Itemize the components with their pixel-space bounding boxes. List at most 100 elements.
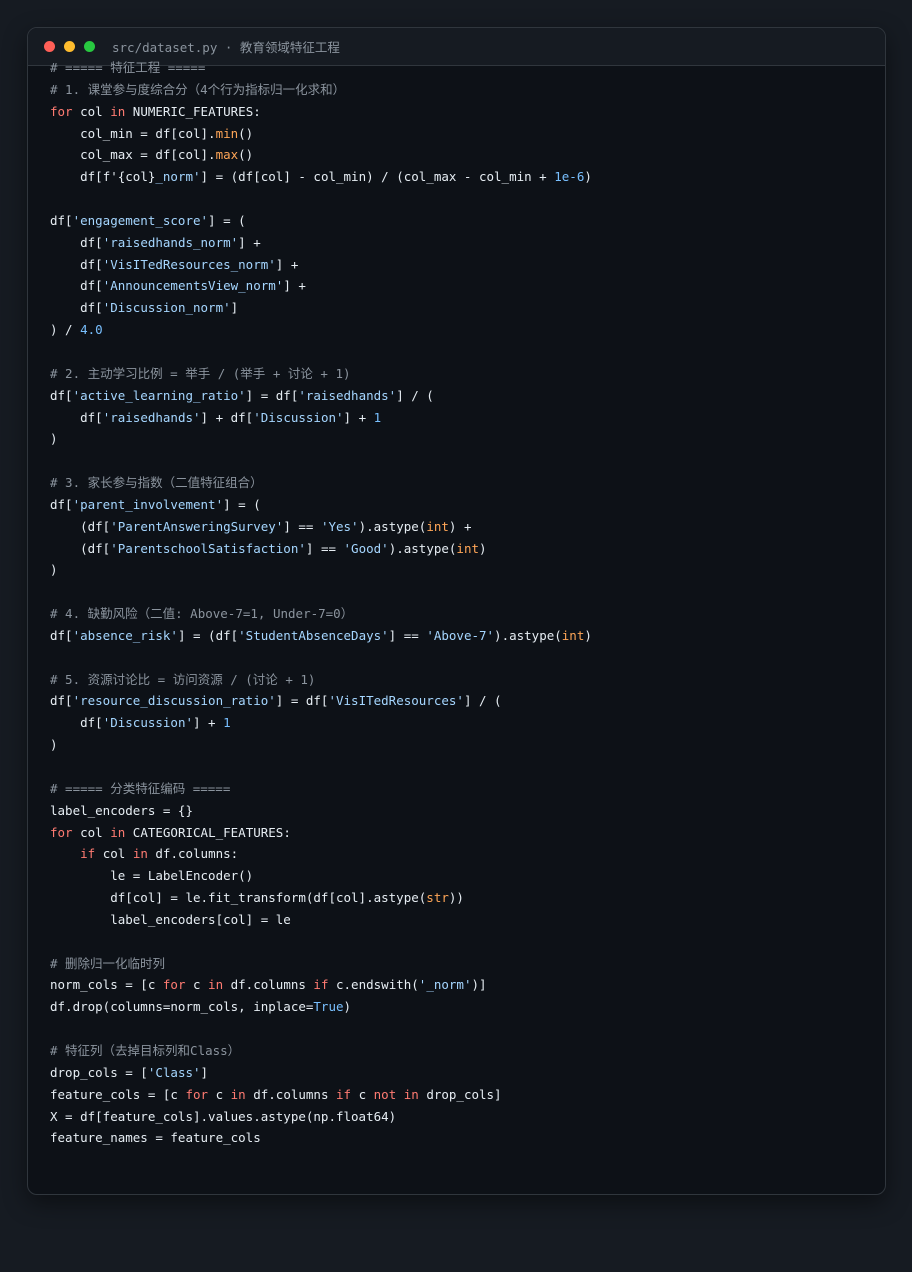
code-token: not in	[373, 1086, 419, 1102]
code-content[interactable]: # ===== 特征工程 ===== # 1. 课堂参与度综合分（4个行为指标归一…	[50, 57, 592, 1149]
code-line: )	[50, 559, 592, 581]
maximize-window-button[interactable]	[84, 41, 95, 52]
code-token: 'absence_risk'	[72, 627, 178, 643]
code-token: )	[584, 169, 592, 185]
code-token: ] = (df[	[177, 627, 239, 643]
code-token: if	[313, 977, 329, 993]
code-token: '_norm'	[418, 977, 472, 993]
code-token: # ===== 特征工程 =====	[50, 60, 206, 75]
code-token: for	[50, 103, 73, 119]
code-token: 'Discussion_norm'	[102, 300, 231, 316]
code-token: ] +	[238, 234, 261, 250]
code-token: drop_cols = [	[50, 1064, 148, 1080]
code-line: df['raisedhands_norm'] +	[50, 232, 592, 254]
code-token: for	[185, 1086, 209, 1102]
code-token: ).astype(	[358, 518, 427, 534]
code-line: col_max = df[col].max()	[50, 144, 592, 166]
code-line: ) / 4.0	[50, 319, 592, 341]
code-line: df['VisITedResources_norm'] +	[50, 254, 592, 276]
code-token: df[	[50, 278, 103, 294]
code-line: df['engagement_score'] = (	[50, 210, 592, 232]
code-token: in	[208, 977, 224, 993]
code-token: df[	[50, 234, 103, 250]
code-token: ).astype(	[494, 627, 562, 643]
code-token: X = df[feature_cols].values.astype(np.fl…	[50, 1108, 397, 1124]
code-token: NUMERIC_FEATURES:	[125, 103, 261, 119]
code-token: df.columns	[245, 1086, 336, 1102]
code-token: df[col] = le.fit_transform(df[col].astyp…	[50, 890, 427, 906]
code-token: )]	[471, 977, 487, 993]
code-token: 'ParentAnsweringSurvey'	[110, 518, 284, 534]
minimize-window-button[interactable]	[64, 41, 75, 52]
close-window-button[interactable]	[44, 41, 55, 52]
code-token: df[	[50, 169, 103, 185]
code-line: X = df[feature_cols].values.astype(np.fl…	[50, 1106, 592, 1128]
code-token: 'Yes'	[320, 518, 359, 534]
code-token: df[	[50, 212, 73, 228]
code-token: drop_cols]	[418, 1086, 502, 1102]
code-token: c	[208, 1086, 231, 1102]
code-token: ] +	[343, 409, 374, 425]
code-line: df['Discussion'] + 1	[50, 712, 592, 734]
code-token: int	[426, 518, 449, 534]
code-token: f'{col}	[102, 169, 156, 185]
code-line: df['raisedhands'] + df['Discussion'] + 1	[50, 407, 592, 429]
code-token: ] = df[	[245, 387, 299, 403]
code-line: # 4. 缺勤风险（二值: Above-7=1, Under-7=0）	[50, 603, 592, 625]
code-line: # 2. 主动学习比例 = 举手 / (举手 + 讨论 + 1)	[50, 363, 592, 385]
code-token: # 4. 缺勤风险（二值: Above-7=1, Under-7=0）	[50, 606, 354, 622]
code-line: # ===== 分类特征编码 =====	[50, 778, 592, 800]
code-token: ) /	[50, 322, 81, 338]
code-token: ] ==	[283, 518, 321, 534]
code-token: 'VisITedResources'	[328, 693, 464, 709]
code-token: ) +	[448, 518, 472, 534]
code-token: feature_names = feature_cols	[50, 1130, 261, 1146]
code-token: in	[230, 1086, 246, 1102]
code-token: 1e-6	[554, 169, 585, 185]
code-token: ]	[200, 1064, 209, 1080]
code-token: ] +	[275, 256, 299, 272]
code-token: max	[215, 147, 239, 163]
code-line: le = LabelEncoder()	[50, 865, 592, 887]
code-token: norm_cols = [c	[50, 977, 163, 993]
code-token: col_max = df[col].	[50, 147, 216, 163]
code-token: in	[132, 846, 148, 862]
code-token: ] / (	[396, 387, 434, 403]
code-token: ] = (df[col] - col_min) / (col_max - col…	[200, 169, 555, 185]
code-token: ] = df[	[275, 693, 329, 709]
code-token: 'resource_discussion_ratio'	[72, 693, 276, 709]
code-token: df.columns:	[147, 846, 239, 862]
code-token: 'parent_involvement'	[72, 496, 224, 512]
code-token: 'Above-7'	[426, 627, 495, 643]
code-token: (df[	[50, 518, 111, 534]
code-token: 1	[223, 715, 231, 731]
code-token: df[	[50, 300, 103, 316]
code-token: ] +	[193, 715, 224, 731]
code-token: # 删除归一化临时列	[50, 955, 166, 971]
code-token: ).astype(	[388, 540, 457, 556]
code-token: 'Discussion'	[102, 715, 193, 731]
code-token: (df[	[50, 540, 111, 556]
code-token: ] = (	[223, 496, 261, 512]
code-line: if col in df.columns:	[50, 843, 592, 865]
code-token: )	[50, 431, 58, 447]
code-token: df[	[50, 715, 103, 731]
code-token: 'VisITedResources_norm'	[102, 256, 276, 272]
code-token: df.drop(columns=norm_cols, inplace=	[50, 999, 314, 1015]
code-token: for	[50, 824, 73, 840]
code-token: 'active_learning_ratio'	[72, 387, 246, 403]
code-token: for	[162, 977, 186, 993]
code-token: df[	[50, 627, 73, 643]
code-token: 'Class'	[147, 1064, 201, 1080]
code-line: df[col] = le.fit_transform(df[col].astyp…	[50, 887, 592, 909]
code-token: # ===== 分类特征编码 =====	[50, 780, 231, 796]
code-line: df['absence_risk'] = (df['StudentAbsence…	[50, 625, 592, 647]
code-token: _norm'	[155, 169, 201, 185]
